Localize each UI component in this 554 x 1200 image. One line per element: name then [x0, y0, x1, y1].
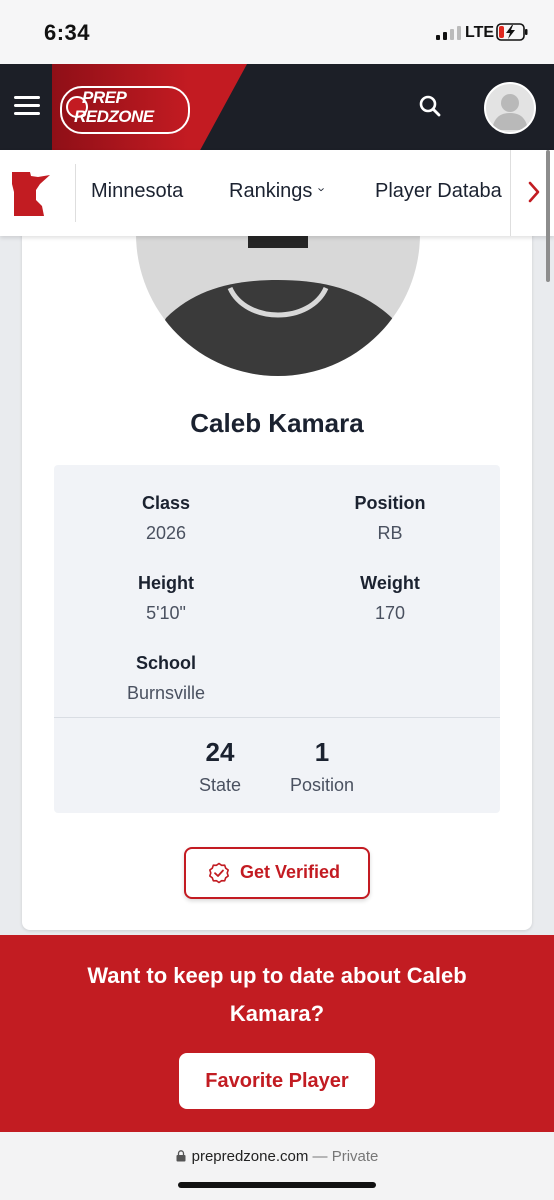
player-card: Caleb Kamara Class 2026 Position RB Heig… — [22, 200, 532, 930]
favorite-player-label: Favorite Player — [205, 1070, 349, 1092]
browser-url-bar[interactable]: prepredzone.com — Private — [0, 1132, 554, 1200]
network-label: LTE — [465, 24, 495, 41]
chevron-right-icon — [528, 181, 540, 203]
favorite-player-button[interactable]: Favorite Player — [179, 1053, 375, 1109]
get-verified-button[interactable]: Get Verified — [184, 847, 370, 899]
player-info-panel: Class 2026 Position RB Height 5'10" Weig… — [54, 465, 500, 813]
state-rank-label: State — [198, 775, 242, 795]
nav-item-player-database[interactable]: Player Databa — [375, 180, 511, 203]
info-divider — [54, 717, 500, 718]
site-logo[interactable]: PREP REDZONE — [60, 84, 190, 134]
menu-icon[interactable] — [14, 96, 40, 116]
search-icon[interactable] — [418, 94, 442, 118]
user-avatar-icon[interactable] — [484, 82, 536, 134]
logo-text-line2: REDZONE — [74, 107, 154, 126]
state-nav: Minnesota Rankings › Player Databa — [0, 150, 554, 236]
height-label: Height — [138, 573, 194, 593]
get-verified-label: Get Verified — [240, 862, 341, 882]
home-indicator[interactable] — [178, 1182, 376, 1188]
check-badge-icon — [209, 862, 229, 884]
position-rank-label: Position — [289, 775, 355, 795]
minnesota-map-icon[interactable] — [10, 170, 52, 218]
url-domain: prepredzone.com — [191, 1148, 309, 1165]
nav-item-minnesota[interactable]: Minnesota — [91, 180, 183, 203]
site-header: PREP REDZONE — [0, 64, 554, 150]
height-value: 5'10" — [146, 603, 186, 623]
position-value: RB — [377, 523, 403, 543]
logo-text-line1: PREP — [82, 88, 127, 107]
nav-divider — [75, 164, 76, 222]
position-label: Position — [354, 493, 426, 513]
state-rank-value: 24 — [205, 737, 235, 767]
class-value: 2026 — [145, 523, 187, 543]
weight-label: Weight — [360, 573, 420, 593]
class-label: Class — [141, 493, 191, 513]
player-name: Caleb Kamara — [190, 408, 364, 438]
nav-item-label: Rankings — [229, 180, 313, 202]
url-separator: — — [312, 1148, 328, 1165]
school-label: School — [135, 653, 196, 673]
page-scrollbar[interactable] — [546, 150, 550, 282]
nav-item-rankings[interactable]: Rankings › — [229, 180, 330, 203]
weight-value: 170 — [374, 603, 406, 623]
cta-message: Want to keep up to date about Caleb Kama… — [87, 963, 467, 1026]
url-display[interactable]: prepredzone.com — Private — [0, 1148, 554, 1165]
private-label: Private — [331, 1148, 379, 1165]
favorite-cta-banner: Want to keep up to date about Caleb Kama… — [0, 935, 554, 1132]
signal-icon — [436, 26, 461, 40]
school-value: Burnsville — [126, 683, 206, 703]
lock-icon — [176, 1150, 186, 1162]
position-rank-value: 1 — [314, 737, 330, 767]
clock: 6:34 — [44, 20, 91, 45]
status-bar: 6:34 LTE — [0, 0, 554, 64]
battery-charging-icon — [496, 23, 528, 41]
chevron-down-icon: › — [315, 187, 331, 192]
